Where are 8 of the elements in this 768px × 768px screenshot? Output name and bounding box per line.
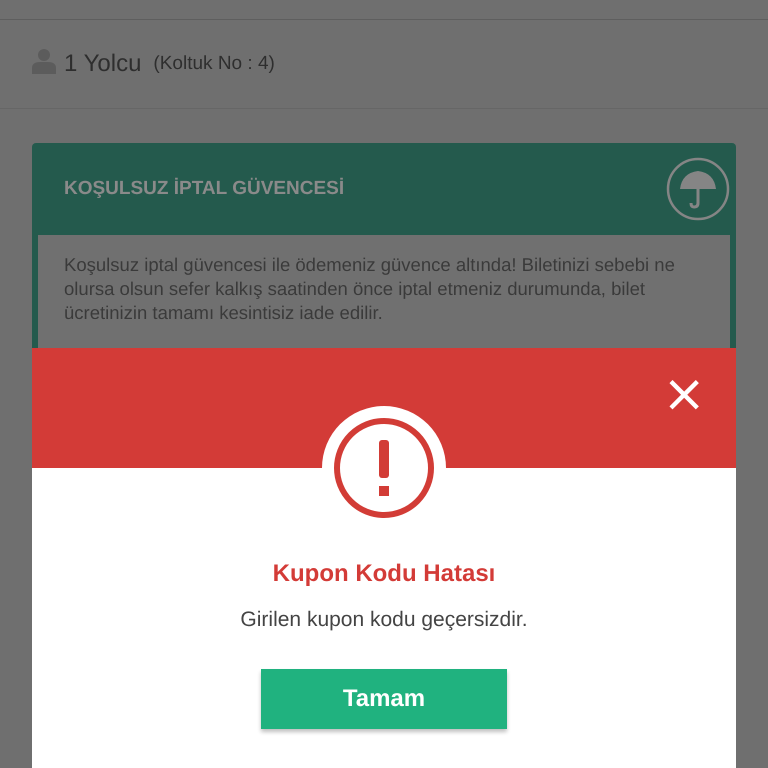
ok-button[interactable]: Tamam xyxy=(261,669,507,729)
close-button[interactable]: × xyxy=(662,368,736,448)
umbrella-icon xyxy=(666,157,730,221)
card-title: KOŞULSUZ İPTAL GÜVENCESİ xyxy=(64,178,344,200)
passenger-count: 1 Yolcu xyxy=(64,50,142,78)
dialog-message: Girilen kupon kodu geçersizdir. xyxy=(240,608,528,632)
dialog-title: Kupon Kodu Hatası xyxy=(272,560,496,588)
seat-number: (Koltuk No : 4) xyxy=(153,53,275,75)
